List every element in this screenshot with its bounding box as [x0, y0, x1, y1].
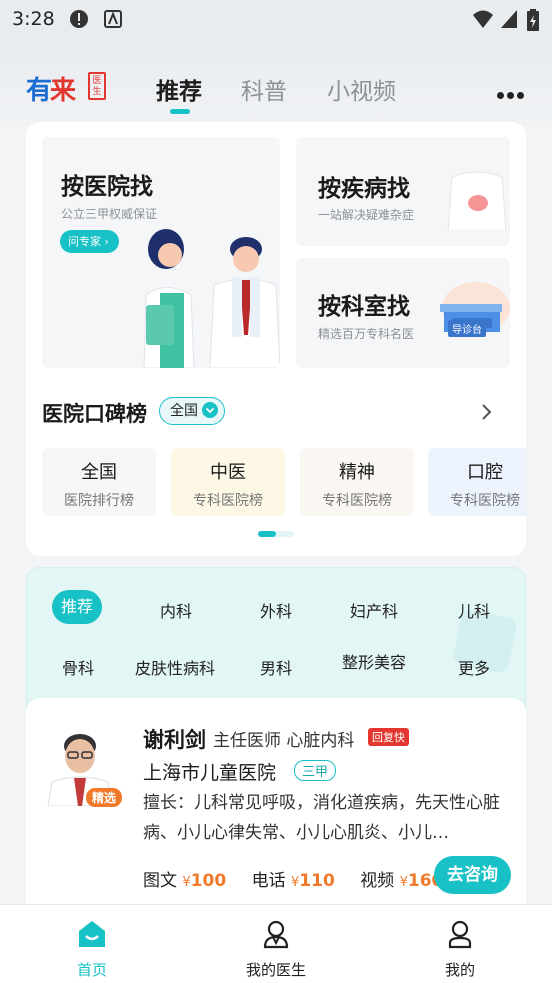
home-icon: [79, 921, 105, 947]
battery-icon: [527, 9, 539, 31]
find-by-hospital-subtitle: 公立三甲权威保证: [61, 207, 158, 221]
find-by-disease-subtitle: 一站解决疑难杂症: [318, 208, 415, 222]
chevron-down-icon: [202, 402, 218, 418]
status-time: 3:28: [12, 8, 55, 30]
chevron-right-icon[interactable]: [480, 402, 494, 422]
tab-indicator: [170, 109, 190, 114]
ranking-list: 全国医院排行榜 中医专科医院榜 精神专科医院榜 口腔专科医院榜: [42, 448, 526, 516]
logo-char-1: 有: [26, 76, 52, 106]
nav-home[interactable]: 首页: [32, 905, 152, 983]
status-bar: 3:28: [0, 0, 552, 40]
ranking-item-mental[interactable]: 精神 专科医院榜: [300, 448, 414, 516]
find-by-disease-title: 按疾病找: [318, 176, 410, 202]
hospital-level-badge: 三甲: [294, 760, 337, 781]
doctor-hospital: 上海市儿童医院: [143, 762, 277, 784]
doctor-title: 主任医师 心脏内科: [213, 731, 355, 751]
nav-home-label: 首页: [76, 961, 107, 979]
ranking-item-desc: 专科医院榜: [322, 493, 392, 509]
currency-symbol: ¥: [399, 875, 408, 890]
user-icon: [448, 920, 472, 949]
price-type: 电话: [251, 871, 286, 891]
alert-icon: [70, 10, 88, 28]
doctors-illustration: [143, 229, 280, 368]
ranking-item-desc: 专科医院榜: [193, 493, 263, 509]
ranking-item-name: 中医: [210, 462, 246, 483]
nav-my-doctor[interactable]: 我的医生: [216, 905, 336, 983]
tab-recommend[interactable]: 推荐: [156, 72, 202, 106]
dept-chip[interactable]: 妇产科: [350, 598, 398, 622]
find-by-disease[interactable]: 按疾病找 一站解决疑难杂症: [296, 137, 510, 246]
dept-chip[interactable]: 整形美容: [342, 649, 406, 673]
fast-reply-badge: 回复快: [368, 728, 409, 746]
find-by-department-subtitle: 精选百万专科名医: [318, 327, 415, 341]
find-doctor-card: 按医院找 公立三甲权威保证 问专家 › 按疾病找 一站解决疑难杂症 按科室找 精…: [26, 122, 526, 556]
price-type: 图文: [143, 871, 177, 891]
doctor-card[interactable]: 精选 谢利剑 主任医师 心脏内科 回复快 上海市儿童医院 三甲 擅长：儿科常见呼…: [26, 698, 526, 908]
tab-science[interactable]: 科普: [241, 72, 287, 106]
carousel-indicator: [258, 531, 294, 537]
ranking-item-national[interactable]: 全国 医院排行榜: [42, 448, 156, 516]
wifi-icon: [473, 10, 493, 28]
doctor-expertise: 擅长：儿科常见呼吸，消化道疾病，先天性心脏病、小儿心律失常、小儿心肌炎、小儿…: [143, 793, 500, 843]
ask-expert-label: 问专家: [68, 235, 101, 248]
tab-short-video[interactable]: 小视频: [327, 72, 396, 106]
price-value: ¥110: [291, 871, 335, 891]
logo-char-2: 来: [50, 76, 76, 106]
ranking-item-name: 口腔: [467, 462, 503, 483]
price-type: 视频: [360, 871, 395, 891]
dept-chip[interactable]: 骨科: [62, 655, 94, 679]
ranking-scope-label: 全国: [170, 403, 198, 419]
dept-chip[interactable]: 儿科: [458, 598, 490, 622]
find-by-hospital[interactable]: 按医院找 公立三甲权威保证 问专家 ›: [42, 137, 280, 368]
find-by-department-title: 按科室找: [318, 294, 410, 320]
ask-expert-button[interactable]: 问专家 ›: [60, 230, 119, 253]
ranking-item-desc: 医院排行榜: [64, 493, 134, 509]
ranking-item-name: 全国: [81, 462, 117, 483]
dept-chip[interactable]: 皮肤性病科: [135, 655, 215, 679]
currency-symbol: ¥: [182, 875, 191, 890]
dept-chip[interactable]: 更多: [458, 655, 490, 679]
more-dots-icon[interactable]: [497, 84, 527, 99]
nav-me[interactable]: 我的: [400, 905, 520, 983]
signal-icon: [501, 10, 517, 28]
doctor-icon: [263, 920, 289, 949]
find-by-hospital-title: 按医院找: [61, 174, 153, 200]
nav-my-doctor-label: 我的医生: [245, 961, 306, 979]
triage-desk-tag: 导诊台: [448, 320, 486, 337]
selected-badge: 精选: [86, 788, 123, 807]
nav-me-label: 我的: [444, 961, 475, 979]
price-value: ¥100: [182, 871, 227, 891]
ranking-item-dental[interactable]: 口腔 专科医院榜: [428, 448, 526, 516]
logo-tag: 医生: [88, 72, 106, 100]
hospital-ranking-title: 医院口碑榜: [42, 402, 147, 426]
bottom-nav: 首页 我的医生 我的: [0, 904, 552, 983]
font-icon: [104, 10, 122, 28]
dept-chip-recommend[interactable]: 推荐: [52, 590, 102, 624]
ranking-item-desc: 专科医院榜: [450, 493, 520, 509]
ranking-item-tcm[interactable]: 中医 专科医院榜: [171, 448, 285, 516]
dept-chip[interactable]: 男科: [260, 655, 292, 679]
ranking-item-name: 精神: [339, 462, 375, 483]
doctor-name: 谢利剑: [143, 728, 206, 752]
stomach-icon: [447, 171, 507, 231]
top-header: 有来 医生 推荐 科普 小视频: [0, 40, 552, 126]
dept-chip[interactable]: 内科: [160, 598, 192, 622]
ranking-scope-dropdown[interactable]: 全国: [159, 397, 225, 425]
find-by-department[interactable]: 按科室找 精选百万专科名医 导诊台: [296, 258, 510, 368]
consult-button[interactable]: 去咨询: [434, 856, 511, 894]
dept-chip[interactable]: 外科: [260, 598, 292, 622]
consult-prices: 图文 ¥100 电话 ¥110 视频 ¥160: [143, 866, 463, 891]
